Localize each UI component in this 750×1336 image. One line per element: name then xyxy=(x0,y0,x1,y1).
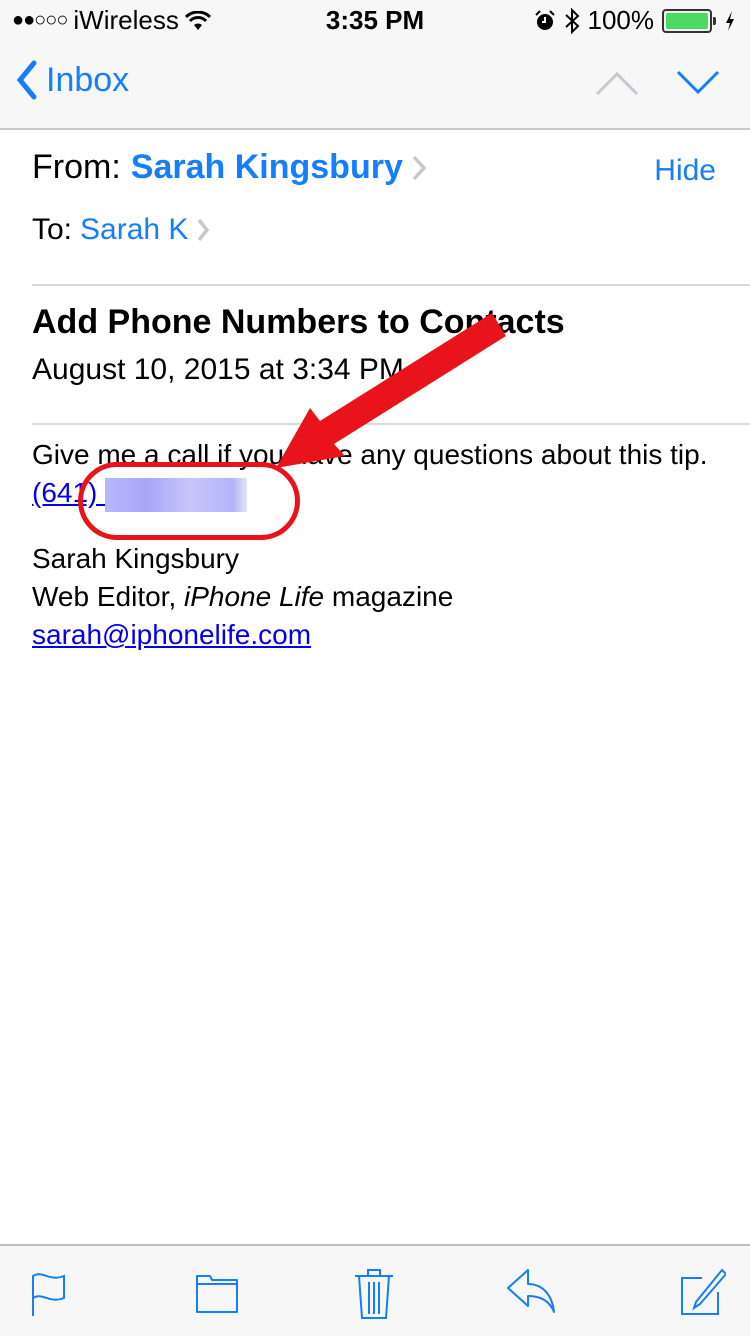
battery-percent: 100% xyxy=(587,5,655,35)
signature-name: Sarah Kingsbury xyxy=(32,543,240,574)
battery-icon xyxy=(662,8,716,33)
bluetooth-icon xyxy=(564,7,579,34)
folder-icon[interactable] xyxy=(194,1268,240,1318)
annotation-circle xyxy=(78,462,300,540)
recipient-name[interactable]: Sarah K xyxy=(80,213,188,247)
header-divider xyxy=(32,284,750,286)
message-date: August 10, 2015 at 3:34 PM xyxy=(32,353,404,386)
hide-details-button[interactable]: Hide xyxy=(654,154,716,188)
email-link[interactable]: sarah@iphonelife.com xyxy=(32,619,311,650)
sender-name[interactable]: Sarah Kingsbury xyxy=(131,148,403,187)
chevron-right-icon xyxy=(412,155,427,180)
to-label: To: xyxy=(32,213,73,246)
compose-icon[interactable] xyxy=(680,1268,726,1318)
trash-icon[interactable] xyxy=(354,1268,394,1320)
chevron-right-icon xyxy=(198,218,210,242)
message-subject: Add Phone Numbers to Contacts xyxy=(32,303,565,341)
clock: 3:35 PM xyxy=(325,5,425,35)
battery-fill xyxy=(666,12,708,29)
previous-message-button[interactable] xyxy=(595,68,639,96)
subject-divider xyxy=(32,423,750,425)
chevron-left-icon xyxy=(16,60,37,100)
alarm-icon xyxy=(534,9,555,30)
signature: Sarah Kingsbury Web Editor, iPhone Life … xyxy=(32,540,732,654)
back-button[interactable]: Inbox xyxy=(16,60,129,100)
charging-icon xyxy=(726,10,734,31)
from-label: From: xyxy=(32,148,121,186)
next-message-button[interactable] xyxy=(676,68,720,96)
reply-icon[interactable] xyxy=(506,1268,560,1314)
signature-title: Web Editor, iPhone Life magazine xyxy=(32,581,454,612)
bottom-toolbar xyxy=(0,1244,750,1336)
back-label: Inbox xyxy=(46,60,130,99)
status-bar: ●●○○○ iWireless 3:35 PM 100% xyxy=(0,0,750,40)
flag-icon[interactable] xyxy=(30,1268,70,1318)
navigation-bar: Inbox xyxy=(0,40,750,130)
